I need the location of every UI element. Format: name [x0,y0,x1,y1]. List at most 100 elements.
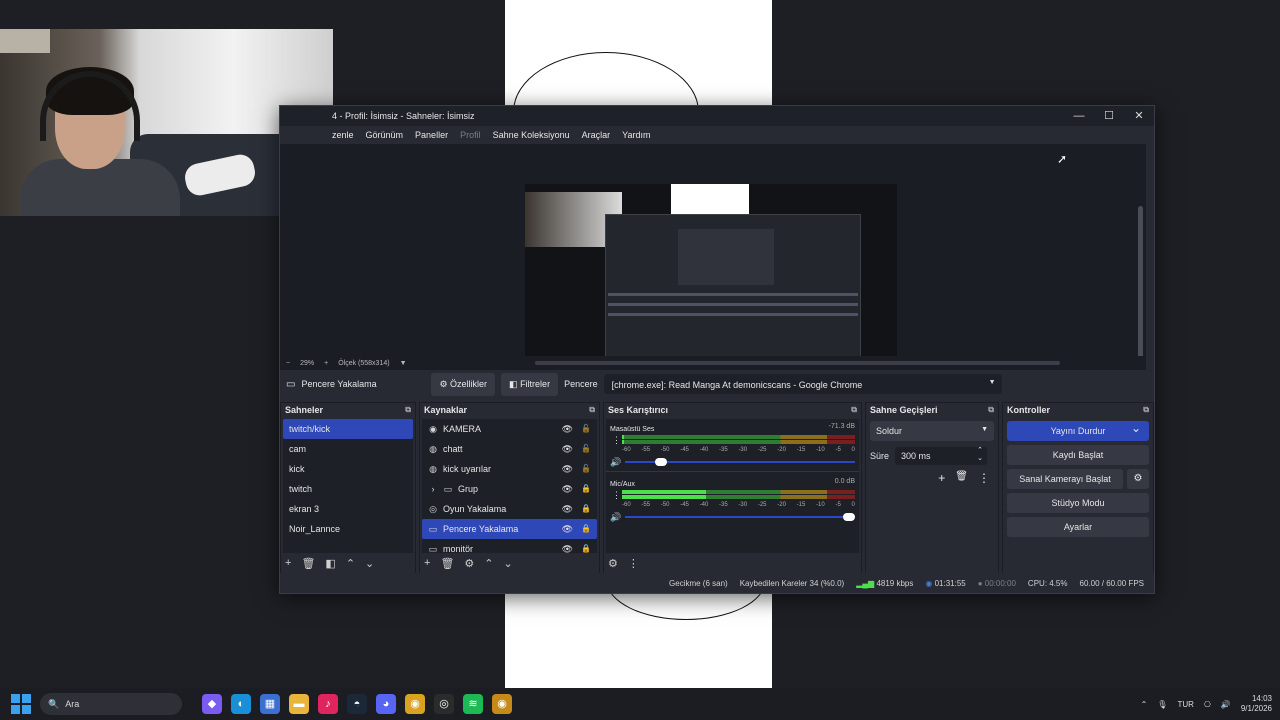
preview-area[interactable] [280,144,1146,392]
transition-menu-icon[interactable]: ⋮ [978,471,990,485]
menu-profile[interactable]: Profil [460,130,481,140]
scene-item[interactable]: kick [283,459,413,479]
file-explorer-icon[interactable]: ▬ [289,694,309,714]
scene-item[interactable]: cam [283,439,413,459]
eye-icon[interactable]: 👁 [562,439,573,459]
language-indicator[interactable]: TUR [1177,700,1193,709]
menu-docks[interactable]: Paneller [415,130,448,140]
add-scene-icon[interactable]: + [285,557,291,569]
eye-icon[interactable]: 👁 [562,459,573,479]
lock-icon[interactable]: 🔓 [581,439,591,459]
studio-mode-button[interactable]: Stüdyo Modu [1007,493,1149,513]
obs-icon[interactable]: ◎ [434,694,454,714]
menu-tools[interactable]: Araçlar [582,130,611,140]
source-item[interactable]: › ▭ Grup 👁 🔒 [422,479,597,499]
properties-button[interactable]: ⚙ Özellikler [431,372,496,396]
taskbar-search[interactable]: 🔍 Ara [40,693,182,715]
eye-icon[interactable]: 👁 [562,419,573,439]
close-button[interactable]: ✕ [1124,106,1154,126]
clock[interactable]: 14:03 9/1/2026 [1241,694,1272,714]
preview-horizontal-scrollbar[interactable] [535,361,1060,365]
scale-dropdown-icon[interactable]: ▼ [400,360,407,367]
scene-item[interactable]: ekran 3 [283,499,413,519]
undock-icon[interactable]: ⧉ [589,403,595,417]
scene-filters-icon[interactable]: ◧ [325,557,335,570]
menu-scene-collection[interactable]: Sahne Koleksiyonu [493,130,570,140]
remove-transition-icon[interactable]: 🗑 [955,471,968,485]
undock-icon[interactable]: ⧉ [1143,403,1149,417]
preview-vertical-scrollbar[interactable] [1138,206,1143,366]
steam-icon[interactable]: ◓ [347,694,367,714]
add-source-icon[interactable]: + [424,557,430,569]
mixer-menu-icon[interactable]: ⋮ [628,557,639,570]
discord-icon[interactable]: ◕ [376,694,396,714]
start-button[interactable] [10,693,32,715]
source-item[interactable]: ◍ kick uyarılar 👁 🔓 [422,459,597,479]
maximize-button[interactable]: ☐ [1094,106,1124,126]
window-select[interactable]: [chrome.exe]: Read Manga At demonicscans… [603,374,1002,394]
source-item[interactable]: ◉ KAMERA 👁 🔓 [422,419,597,439]
eye-icon[interactable]: 👁 [562,479,573,499]
lock-icon[interactable]: 🔓 [581,459,591,479]
stepper-icon[interactable]: ⌃ ⌄ [977,447,983,463]
spotify-icon[interactable]: ≋ [463,694,483,714]
volume-slider[interactable] [625,458,855,466]
network-icon[interactable]: ⎔ [1204,700,1211,709]
eye-icon[interactable]: 👁 [562,499,573,519]
source-settings-icon[interactable]: ⚙ [464,557,474,570]
undock-icon[interactable]: ⧉ [988,403,994,417]
remove-scene-icon[interactable]: 🗑 [301,557,315,570]
expand-chevron-icon[interactable]: › [428,479,438,499]
scene-item[interactable]: twitch [283,479,413,499]
chrome-canary-icon[interactable]: ◉ [492,694,512,714]
settings-button[interactable]: Ayarlar [1007,517,1149,537]
menu-edit[interactable]: zenle [332,130,354,140]
menu-view[interactable]: Görünüm [366,130,404,140]
stop-stream-button[interactable]: Yayını Durdur [1007,418,1149,441]
source-item[interactable]: ▭ monitör 👁 🔒 [422,539,597,553]
zoom-out-button[interactable]: − [286,360,290,367]
mixer-settings-icon[interactable]: ⚙ [608,557,618,570]
menu-help[interactable]: Yardım [622,130,650,140]
store-icon[interactable]: ▦ [260,694,280,714]
lock-icon[interactable]: 🔒 [581,539,591,553]
lock-icon[interactable]: 🔒 [581,479,591,499]
add-transition-icon[interactable]: + [938,471,945,485]
minimize-button[interactable]: — [1064,106,1094,126]
move-down-icon[interactable]: ⌄ [365,557,374,570]
eye-icon[interactable]: 👁 [562,519,573,539]
start-recording-button[interactable]: Kaydı Başlat [1007,445,1149,465]
speaker-icon[interactable]: 🔊 [610,512,621,523]
move-down-icon[interactable]: ⌄ [504,557,513,570]
lock-icon[interactable]: 🔒 [581,499,591,519]
duration-input[interactable]: 300 ms ⌃ ⌄ [895,447,988,465]
speaker-icon[interactable]: 🔊 [610,457,621,468]
filters-button[interactable]: ◧ Filtreler [501,372,559,396]
transition-select[interactable]: Soldur ▼ [870,421,994,441]
virtual-camera-button[interactable]: Sanal Kamerayı Başlat [1007,469,1123,489]
remove-source-icon[interactable]: 🗑 [440,557,454,570]
move-up-icon[interactable]: ⌃ [346,557,355,570]
title-bar[interactable]: 4 - Profil: İsimsiz - Sahneler: İsimsiz … [280,106,1154,126]
channel-menu-icon[interactable]: ⋮ [612,435,621,446]
lock-icon[interactable]: 🔓 [581,419,591,439]
undock-icon[interactable]: ⧉ [851,403,857,417]
edge-icon[interactable]: ◐ [231,694,251,714]
source-item[interactable]: ◎ Oyun Yakalama 👁 🔒 [422,499,597,519]
undock-icon[interactable]: ⧉ [405,403,411,417]
tray-chevron-icon[interactable]: ⌃ [1141,700,1148,709]
move-up-icon[interactable]: ⌃ [484,557,493,570]
channel-menu-icon[interactable]: ⋮ [612,490,621,501]
scene-item[interactable]: twitch/kick [283,419,413,439]
lock-icon[interactable]: 🔒 [581,519,591,539]
zoom-in-button[interactable]: + [324,360,328,367]
source-item[interactable]: ▭ Pencere Yakalama 👁 🔒 [422,519,597,539]
gear-icon[interactable]: ⚙ [1127,469,1149,489]
microphone-icon[interactable]: 🎙 [1157,700,1167,709]
eye-icon[interactable]: 👁 [562,539,573,553]
tiktok-icon[interactable]: ♪ [318,694,338,714]
copilot-icon[interactable]: ◆ [202,694,222,714]
volume-icon[interactable]: 🔊 [1221,700,1231,709]
chrome-icon[interactable]: ◉ [405,694,425,714]
volume-slider[interactable] [625,513,855,521]
